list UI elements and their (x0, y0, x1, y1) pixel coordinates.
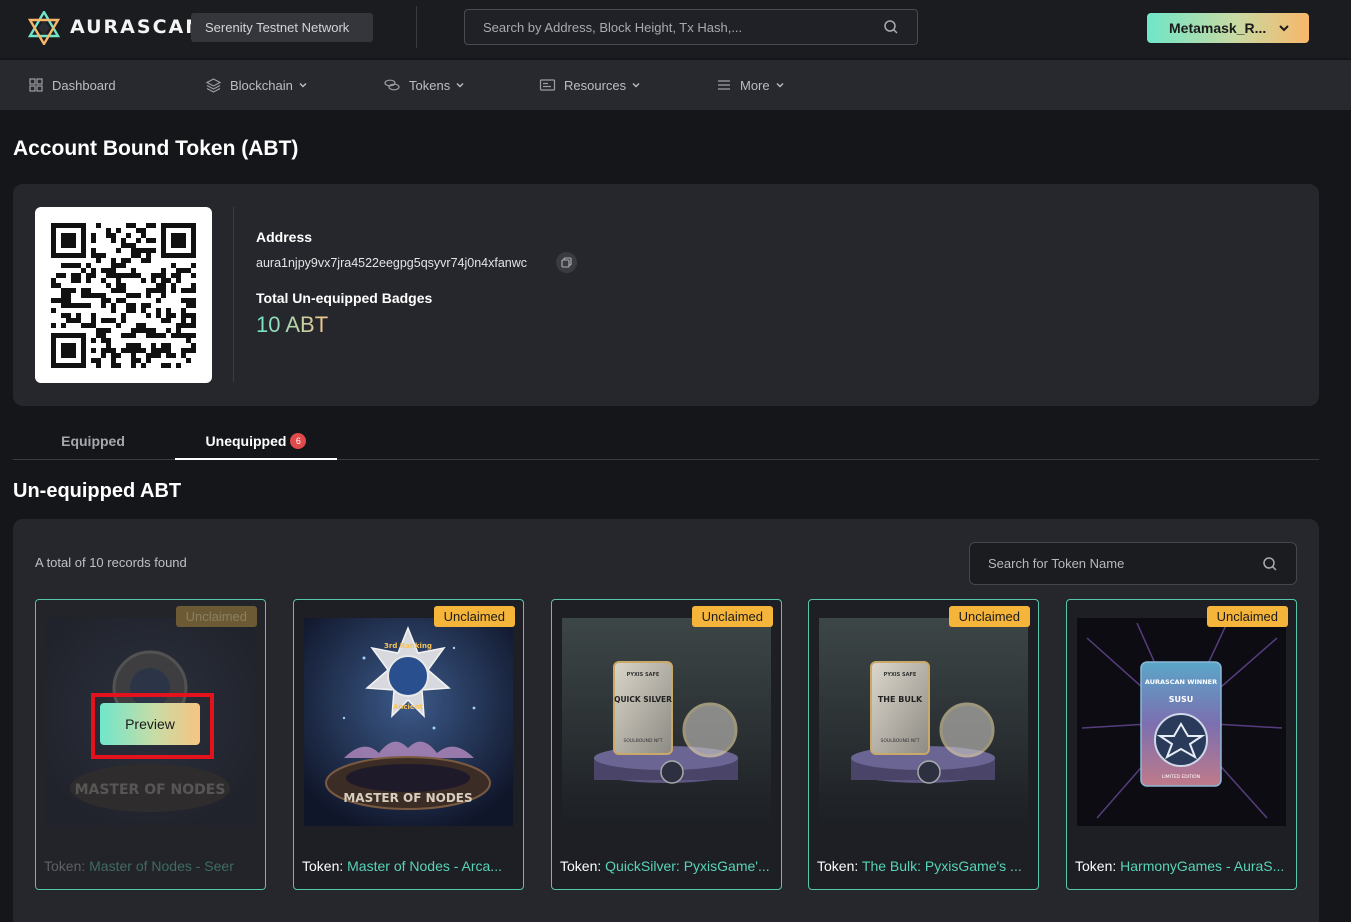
tab-equipped-label: Equipped (61, 433, 125, 449)
nav-resources[interactable]: Resources (539, 60, 641, 110)
token-name-link[interactable]: Master of Nodes - Seer (89, 858, 234, 874)
nav-more-label: More (740, 77, 770, 93)
copy-icon (561, 257, 572, 268)
chevron-down-icon (299, 83, 307, 88)
unclaimed-tag: Unclaimed (1206, 606, 1288, 627)
layers-icon (205, 77, 222, 93)
card-header-text: PYXIS SAFE (627, 672, 660, 678)
token-prefix: Token: (1075, 858, 1117, 874)
winner-title-text: AURASCAN WINNER (1145, 678, 1217, 686)
nav-dashboard[interactable]: Dashboard (28, 60, 116, 110)
token-name-link[interactable]: QuickSilver: PyxisGame'... (605, 858, 770, 874)
nav-dashboard-label: Dashboard (52, 77, 116, 93)
badges-value: 10 ABT (256, 312, 329, 337)
brand-name[interactable]: AURASCAN (70, 16, 203, 38)
token-name-link[interactable]: The Bulk: PyxisGame's ... (862, 858, 1022, 874)
abt-card[interactable]: PYXIS SAFE QUICK SILVER SOULBOUND NFT Un… (551, 599, 782, 890)
abt-token-name: Token: The Bulk: PyxisGame's ... (817, 858, 1032, 874)
search-icon[interactable] (883, 19, 899, 35)
card-footer-text: SOULBOUND NFT (624, 738, 663, 744)
aurascan-logo-icon[interactable] (27, 11, 61, 45)
token-name-link[interactable]: Master of Nodes - Arca... (347, 858, 502, 874)
trophy-mid-text: Ancient (393, 703, 424, 711)
abt-image: PYXIS SAFE THE BULK SOULBOUND NFT (819, 618, 1028, 826)
abt-token-name: Token: Master of Nodes - Seer (44, 858, 259, 874)
abt-image: 3rd Ranking Ancient MASTER OF NODES (304, 618, 513, 826)
nav-more[interactable]: More (716, 60, 785, 110)
grid-icon (29, 78, 43, 92)
chevron-down-icon (776, 83, 784, 88)
abt-image: AURASCAN WINNER SUSU LIMITED EDITION (1077, 618, 1286, 826)
chevron-down-icon (632, 83, 640, 88)
winner-name-text: SUSU (1169, 695, 1194, 704)
header-divider (416, 6, 417, 48)
chevron-down-icon (456, 83, 464, 88)
tab-equipped[interactable]: Equipped (13, 425, 173, 460)
qr-code-image (51, 223, 196, 368)
address-qr-code (35, 207, 212, 383)
abt-card[interactable]: AURASCAN WINNER SUSU LIMITED EDITION Unc… (1066, 599, 1297, 890)
page-title: Account Bound Token (ABT) (13, 137, 299, 160)
nav-blockchain[interactable]: Blockchain (205, 60, 308, 110)
unclaimed-tag: Unclaimed (433, 606, 515, 627)
card-title-text: QUICK SILVER (614, 695, 672, 704)
main-nav: Dashboard Blockchain Tokens Resources Mo… (0, 60, 1351, 110)
token-search (969, 542, 1297, 585)
address-value: aura1njpy9vx7jra4522eegpg5qsyvr74j0n4xfa… (256, 256, 528, 270)
abt-card[interactable]: MASTER OF NODES Unclaimed Token: Master … (35, 599, 266, 890)
abt-token-name: Token: QuickSilver: PyxisGame'... (560, 858, 775, 874)
nav-tokens-label: Tokens (409, 77, 451, 93)
unclaimed-tag: Unclaimed (948, 606, 1030, 627)
address-label: Address (256, 229, 313, 245)
token-prefix: Token: (560, 858, 602, 874)
token-prefix: Token: (817, 858, 859, 874)
nav-tokens[interactable]: Tokens (383, 60, 465, 110)
unequipped-count-badge: 6 (290, 433, 307, 449)
token-prefix: Token: (302, 858, 344, 874)
copy-address-button[interactable] (556, 252, 577, 273)
menu-icon (718, 80, 730, 90)
token-prefix: Token: (44, 858, 86, 874)
section-title: Un-equipped ABT (13, 480, 182, 502)
top-header: AURASCAN Serenity Testnet Network Metama… (0, 0, 1351, 58)
global-search (464, 9, 918, 45)
abt-image: PYXIS SAFE QUICK SILVER SOULBOUND NFT (562, 618, 771, 826)
account-card: Address aura1njpy9vx7jra4522eegpg5qsyvr7… (13, 184, 1319, 406)
winner-footer-text: LIMITED EDITION (1162, 774, 1200, 780)
search-icon[interactable] (1262, 556, 1278, 572)
abt-token-name: Token: Master of Nodes - Arca... (302, 858, 517, 874)
abt-card[interactable]: 3rd Ranking Ancient MASTER OF NODES Uncl… (293, 599, 524, 890)
wallet-label: Metamask_R... (1169, 20, 1267, 36)
unclaimed-tag: Unclaimed (175, 606, 257, 627)
chevron-down-icon (1279, 25, 1289, 32)
wallet-button[interactable]: Metamask_R... (1147, 13, 1309, 43)
tab-unequipped[interactable]: Unequipped 6 (175, 425, 337, 460)
preview-button[interactable]: Preview (100, 703, 200, 745)
window-icon (539, 79, 556, 91)
badges-label: Total Un-equipped Badges (256, 290, 433, 306)
network-badge: Serenity Testnet Network (191, 13, 373, 42)
unclaimed-tag: Unclaimed (691, 606, 773, 627)
records-count: A total of 10 records found (35, 555, 187, 570)
nav-blockchain-label: Blockchain (230, 77, 293, 93)
token-name-link[interactable]: HarmonyGames - AuraS... (1120, 858, 1284, 874)
records-card: A total of 10 records found MASTER OF NO… (13, 519, 1319, 922)
abt-token-name: Token: HarmonyGames - AuraS... (1075, 858, 1290, 874)
coins-icon (384, 79, 400, 91)
abt-card[interactable]: PYXIS SAFE THE BULK SOULBOUND NFT Unclai… (808, 599, 1039, 890)
card-header-text: PYXIS SAFE (884, 672, 917, 678)
token-search-input[interactable] (970, 543, 1240, 584)
global-search-input[interactable] (465, 10, 865, 44)
tab-unequipped-label: Unequipped (205, 433, 287, 449)
card-title-text: THE BULK (878, 695, 923, 704)
trophy-top-text: 3rd Ranking (384, 642, 432, 650)
card-footer-text: SOULBOUND NFT (881, 738, 920, 744)
nav-resources-label: Resources (564, 77, 627, 93)
abt-tabs: Equipped Unequipped 6 (13, 425, 1319, 460)
trophy-base-text: MASTER OF NODES (343, 791, 472, 805)
card-divider (233, 207, 234, 382)
